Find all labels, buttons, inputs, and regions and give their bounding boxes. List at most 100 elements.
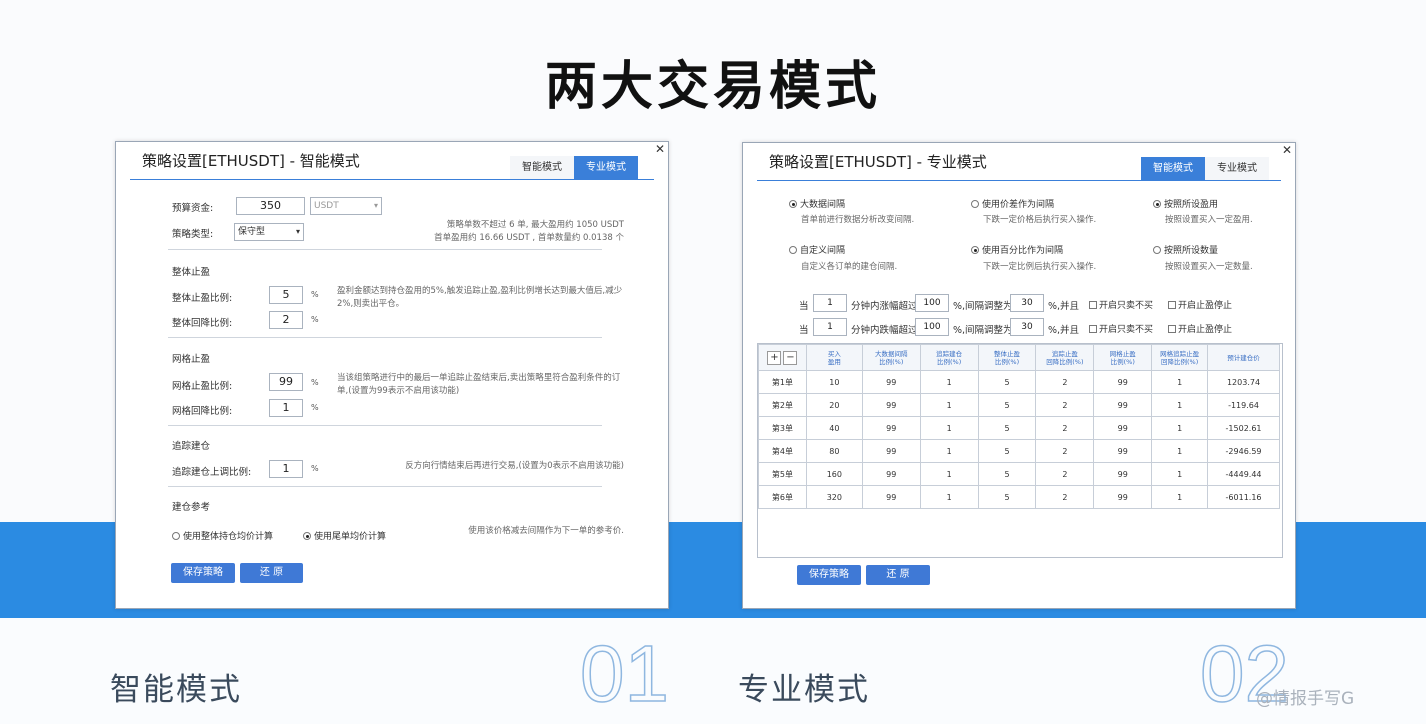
reset-button[interactable]: 还 原 — [240, 563, 303, 583]
table-cell[interactable]: -4449.44 — [1207, 462, 1280, 486]
trace-input[interactable]: 1 — [269, 460, 303, 478]
rise-percent-input[interactable]: 100 — [915, 294, 949, 312]
table-cell[interactable]: 5 — [977, 462, 1037, 486]
checkbox-icon — [1168, 325, 1176, 333]
table-cell[interactable]: 99 — [861, 439, 921, 463]
table-cell[interactable]: 5 — [977, 485, 1037, 509]
fall-percent-input[interactable]: 100 — [915, 318, 949, 336]
table-cell[interactable]: 2 — [1035, 439, 1095, 463]
radio-icon — [789, 246, 797, 254]
tab-pro[interactable]: 专业模式 — [574, 156, 638, 180]
close-icon[interactable]: ✕ — [655, 142, 665, 156]
table-cell[interactable]: 10 — [805, 370, 863, 394]
table-cell[interactable]: 2 — [1035, 462, 1095, 486]
table-cell[interactable]: 1 — [1151, 439, 1209, 463]
mode-tabs: 智能模式 专业模式 — [1141, 157, 1269, 181]
option-desc: 下跌一定比例后执行买入操作. — [983, 262, 1097, 272]
table-cell[interactable]: -119.64 — [1207, 393, 1280, 417]
radio-last-order[interactable]: 使用尾单均价计算 — [303, 529, 386, 542]
radio-label: 自定义间隔 — [800, 246, 846, 256]
table-cell[interactable]: 320 — [805, 485, 863, 509]
table-cell[interactable]: 99 — [861, 462, 921, 486]
tp-pullback-input[interactable]: 2 — [269, 311, 303, 329]
table-cell[interactable]: 1 — [919, 462, 979, 486]
table-cell[interactable]: 99 — [861, 485, 921, 509]
checkbox-label: 开启只卖不买 — [1099, 301, 1154, 311]
table-cell[interactable]: 1 — [919, 485, 979, 509]
table-cell[interactable]: 99 — [1093, 393, 1153, 417]
interval-input[interactable]: 30 — [1010, 318, 1044, 336]
interval-input[interactable]: 30 — [1010, 294, 1044, 312]
sell-only-checkbox[interactable]: 开启只卖不买 — [1089, 322, 1153, 335]
table-cell[interactable]: 1 — [1151, 393, 1209, 417]
table-cell[interactable]: 99 — [861, 416, 921, 440]
save-strategy-button[interactable]: 保存策略 — [171, 563, 235, 583]
table-cell[interactable]: 80 — [805, 439, 863, 463]
radio-custom-interval[interactable]: 自定义间隔 — [789, 243, 845, 256]
table-cell[interactable]: 99 — [1093, 416, 1153, 440]
table-cell[interactable]: 2 — [1035, 393, 1095, 417]
tab-smart[interactable]: 智能模式 — [1141, 157, 1205, 181]
radio-overall-avg[interactable]: 使用整体持仓均价计算 — [172, 529, 273, 542]
strategy-type-select[interactable]: 保守型 ▾ — [234, 223, 304, 241]
reset-button[interactable]: 还 原 — [866, 565, 930, 585]
tp-stop-checkbox[interactable]: 开启止盈停止 — [1168, 322, 1232, 335]
tp-pullback-label: 整体回降比例: — [172, 318, 233, 329]
table-cell[interactable]: 99 — [1093, 485, 1153, 509]
radio-set-quantity[interactable]: 按照所设数量 — [1153, 243, 1218, 256]
grid-pullback-input[interactable]: 1 — [269, 399, 303, 417]
save-strategy-button[interactable]: 保存策略 — [797, 565, 861, 585]
radio-big-data-interval[interactable]: 大数据间隔 — [789, 197, 845, 210]
table-cell[interactable]: 5 — [977, 370, 1037, 394]
table-cell[interactable]: -1502.61 — [1207, 416, 1280, 440]
budget-input[interactable]: 350 — [236, 197, 305, 215]
add-row-button[interactable]: + — [767, 350, 782, 365]
pro-mode-caption: 专业模式 — [738, 672, 870, 708]
table-cell[interactable]: 20 — [805, 393, 863, 417]
table-cell[interactable]: 5 — [977, 439, 1037, 463]
tp-stop-checkbox[interactable]: 开启止盈停止 — [1168, 298, 1232, 311]
radio-percent-interval[interactable]: 使用百分比作为间隔 — [971, 243, 1063, 256]
tab-smart[interactable]: 智能模式 — [510, 156, 574, 180]
table-cell[interactable]: 2 — [1035, 370, 1095, 394]
sell-only-checkbox[interactable]: 开启只卖不买 — [1089, 298, 1153, 311]
table-cell[interactable]: 1 — [1151, 462, 1209, 486]
table-cell[interactable]: 1 — [1151, 416, 1209, 440]
column-header: 追踪止盈 回降比例(%) — [1035, 344, 1095, 371]
radio-label: 使用整体持仓均价计算 — [183, 532, 274, 542]
table-cell[interactable]: 1 — [919, 370, 979, 394]
table-cell[interactable]: 1 — [1151, 370, 1209, 394]
table-cell[interactable]: -2946.59 — [1207, 439, 1280, 463]
grid-tp-input[interactable]: 99 — [269, 373, 303, 391]
remove-row-button[interactable]: − — [783, 350, 798, 365]
table-cell[interactable]: 1 — [919, 439, 979, 463]
table-cell[interactable]: 2 — [1035, 485, 1095, 509]
tp-ratio-input[interactable]: 5 — [269, 286, 303, 304]
table-cell[interactable]: 1 — [919, 393, 979, 417]
table-cell[interactable]: 160 — [805, 462, 863, 486]
table-cell[interactable]: 2 — [1035, 416, 1095, 440]
tab-pro[interactable]: 专业模式 — [1205, 157, 1269, 181]
minutes-input[interactable]: 1 — [813, 294, 847, 312]
table-cell[interactable]: 1203.74 — [1207, 370, 1280, 394]
table-cell[interactable]: 40 — [805, 416, 863, 440]
table-cell[interactable]: 1 — [919, 416, 979, 440]
table-cell[interactable]: 5 — [977, 416, 1037, 440]
table-cell[interactable]: 5 — [977, 393, 1037, 417]
checkbox-icon — [1089, 301, 1097, 309]
radio-set-margin[interactable]: 按照所设盈用 — [1153, 197, 1218, 210]
chevron-down-icon: ▾ — [295, 227, 300, 236]
table-cell[interactable]: 99 — [861, 393, 921, 417]
table-cell[interactable]: -6011.16 — [1207, 485, 1280, 509]
radio-selected-icon — [789, 200, 797, 208]
table-cell[interactable]: 99 — [1093, 462, 1153, 486]
divider — [168, 486, 602, 487]
close-icon[interactable]: ✕ — [1282, 143, 1292, 157]
table-cell[interactable]: 1 — [1151, 485, 1209, 509]
table-cell[interactable]: 99 — [861, 370, 921, 394]
minutes-input[interactable]: 1 — [813, 318, 847, 336]
radio-price-diff[interactable]: 使用价差作为间隔 — [971, 197, 1054, 210]
table-cell[interactable]: 99 — [1093, 370, 1153, 394]
currency-select[interactable]: USDT ▾ — [310, 197, 382, 215]
table-cell[interactable]: 99 — [1093, 439, 1153, 463]
